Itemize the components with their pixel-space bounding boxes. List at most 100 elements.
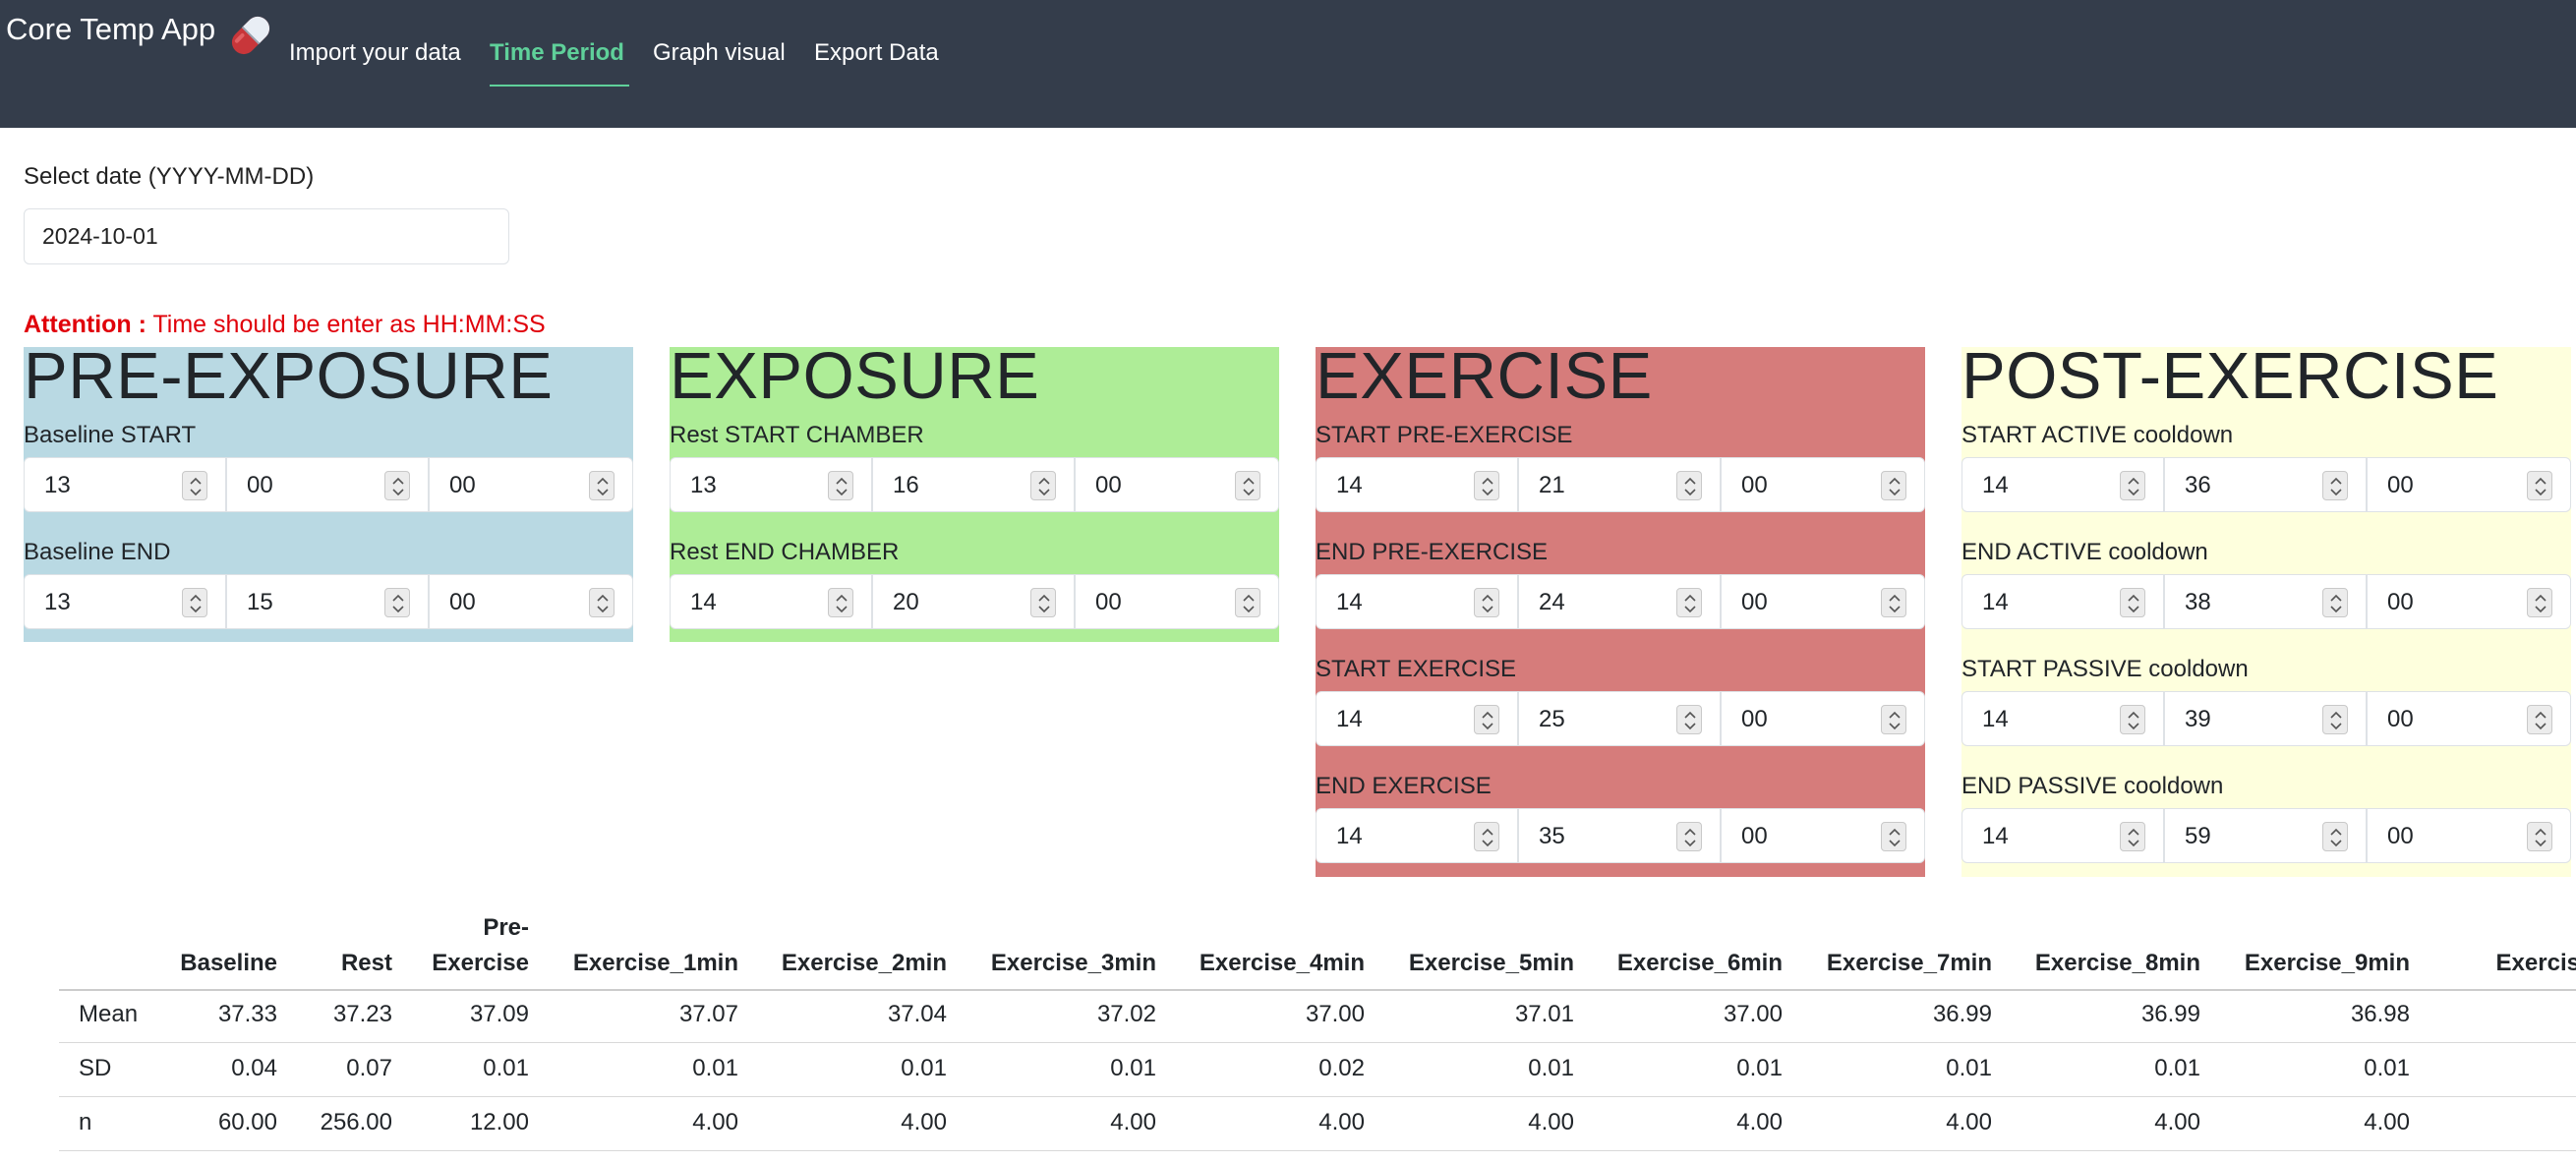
spinner-arrows-icon[interactable]	[182, 471, 207, 500]
spinner-arrows-icon[interactable]	[2527, 471, 2552, 500]
spinner-arrows-icon[interactable]	[1474, 471, 1499, 500]
spinner-arrows-icon[interactable]	[2120, 822, 2145, 851]
spinner-arrows-icon[interactable]	[2322, 705, 2348, 734]
attention-text: Time should be enter as HH:MM:SS	[146, 311, 546, 338]
tab-graph-visual[interactable]: Graph visual	[653, 39, 786, 67]
second-input[interactable]: 00	[2367, 457, 2571, 512]
spinner-arrows-icon[interactable]	[1474, 588, 1499, 617]
minute-input[interactable]: 25	[1518, 691, 1721, 746]
hour-input[interactable]: 14	[1316, 808, 1518, 863]
hour-input[interactable]: 14	[1961, 691, 2164, 746]
hour-input[interactable]: 14	[1316, 574, 1518, 629]
second-input[interactable]: 00	[1721, 691, 1925, 746]
table-column-header: Exercise_1min	[572, 950, 738, 976]
spinner-arrows-icon[interactable]	[1676, 705, 1702, 734]
minute-input[interactable]: 38	[2164, 574, 2367, 629]
table-cell: 37.00	[1305, 1001, 1365, 1027]
minute-input[interactable]: 39	[2164, 691, 2367, 746]
minute-input[interactable]: 36	[2164, 457, 2367, 512]
app-brand[interactable]: Core Temp App	[6, 12, 215, 47]
spinner-arrows-icon[interactable]	[589, 588, 615, 617]
time-input-row: 14 35 00	[1316, 808, 1925, 863]
hour-input[interactable]: 14	[1961, 457, 2164, 512]
hour-input[interactable]: 14	[1961, 808, 2164, 863]
second-input[interactable]: 00	[1075, 457, 1279, 512]
second-input[interactable]: 00	[429, 457, 633, 512]
second-input[interactable]: 00	[2367, 574, 2571, 629]
panel-title: PRE-EXPOSURE	[24, 339, 554, 413]
minute-input[interactable]: 16	[872, 457, 1075, 512]
minute-input[interactable]: 24	[1518, 574, 1721, 629]
spinner-arrows-icon[interactable]	[2322, 588, 2348, 617]
spinner-arrows-icon[interactable]	[384, 471, 410, 500]
panel-post-exercise: POST-EXERCISE START ACTIVE cooldown 14 36 00…	[1961, 343, 2571, 877]
hour-input[interactable]: 14	[670, 574, 872, 629]
table-cell: 0.01	[1528, 1055, 1574, 1081]
spinner-arrows-icon[interactable]	[1881, 822, 1906, 851]
spinner-arrows-icon[interactable]	[828, 471, 853, 500]
time-input-row: 13 15 00	[24, 574, 633, 629]
hour-input[interactable]: 14	[1316, 691, 1518, 746]
hour-input[interactable]: 13	[24, 574, 226, 629]
minute-input[interactable]: 21	[1518, 457, 1721, 512]
spinner-arrows-icon[interactable]	[2322, 471, 2348, 500]
time-value: 14	[1982, 472, 2009, 498]
time-value: 00	[1095, 589, 1122, 615]
second-input[interactable]: 00	[1075, 574, 1279, 629]
table-row-divider	[59, 1096, 2576, 1097]
spinner-arrows-icon[interactable]	[1474, 822, 1499, 851]
hour-input[interactable]: 14	[1961, 574, 2164, 629]
hour-input[interactable]: 13	[670, 457, 872, 512]
spinner-arrows-icon[interactable]	[1030, 588, 1056, 617]
date-input[interactable]	[24, 208, 509, 264]
spinner-arrows-icon[interactable]	[589, 471, 615, 500]
attention-message: Attention : Time should be enter as HH:M…	[24, 311, 546, 339]
hour-input[interactable]: 14	[1316, 457, 1518, 512]
spinner-arrows-icon[interactable]	[1881, 705, 1906, 734]
spinner-arrows-icon[interactable]	[1474, 705, 1499, 734]
hour-input[interactable]: 13	[24, 457, 226, 512]
time-value: 00	[449, 589, 476, 615]
table-cell: 60.00	[217, 1109, 277, 1135]
spinner-arrows-icon[interactable]	[2120, 588, 2145, 617]
spinner-arrows-icon[interactable]	[2527, 588, 2552, 617]
time-value: 20	[893, 589, 919, 615]
spinner-arrows-icon[interactable]	[384, 588, 410, 617]
spinner-arrows-icon[interactable]	[182, 588, 207, 617]
second-input[interactable]: 00	[429, 574, 633, 629]
spinner-arrows-icon[interactable]	[2527, 705, 2552, 734]
second-input[interactable]: 00	[2367, 691, 2571, 746]
minute-input[interactable]: 59	[2164, 808, 2367, 863]
spinner-arrows-icon[interactable]	[1676, 471, 1702, 500]
tab-time-period[interactable]: Time Period	[490, 39, 624, 67]
spinner-arrows-icon[interactable]	[1030, 471, 1056, 500]
spinner-arrows-icon[interactable]	[2120, 471, 2145, 500]
minute-input[interactable]: 35	[1518, 808, 1721, 863]
table-cell: 4.00	[1318, 1109, 1365, 1135]
time-value: 00	[1741, 589, 1768, 615]
table-cell: 0.01	[2364, 1055, 2410, 1081]
time-field-label: Rest START CHAMBER	[670, 422, 924, 448]
second-input[interactable]: 00	[1721, 574, 1925, 629]
second-input[interactable]: 00	[2367, 808, 2571, 863]
time-value: 15	[247, 589, 273, 615]
second-input[interactable]: 00	[1721, 808, 1925, 863]
table-row-divider	[59, 1150, 2576, 1151]
spinner-arrows-icon[interactable]	[1676, 822, 1702, 851]
tab-export-data[interactable]: Export Data	[814, 39, 939, 67]
spinner-arrows-icon[interactable]	[1676, 588, 1702, 617]
spinner-arrows-icon[interactable]	[1881, 471, 1906, 500]
spinner-arrows-icon[interactable]	[2322, 822, 2348, 851]
minute-input[interactable]: 15	[226, 574, 429, 629]
spinner-arrows-icon[interactable]	[1881, 588, 1906, 617]
spinner-arrows-icon[interactable]	[2120, 705, 2145, 734]
tab-import-data[interactable]: Import your data	[289, 39, 461, 67]
spinner-arrows-icon[interactable]	[1235, 588, 1260, 617]
second-input[interactable]: 00	[1721, 457, 1925, 512]
spinner-arrows-icon[interactable]	[2527, 822, 2552, 851]
spinner-arrows-icon[interactable]	[1235, 471, 1260, 500]
table-cell: 37.09	[469, 1001, 529, 1027]
minute-input[interactable]: 00	[226, 457, 429, 512]
spinner-arrows-icon[interactable]	[828, 588, 853, 617]
minute-input[interactable]: 20	[872, 574, 1075, 629]
